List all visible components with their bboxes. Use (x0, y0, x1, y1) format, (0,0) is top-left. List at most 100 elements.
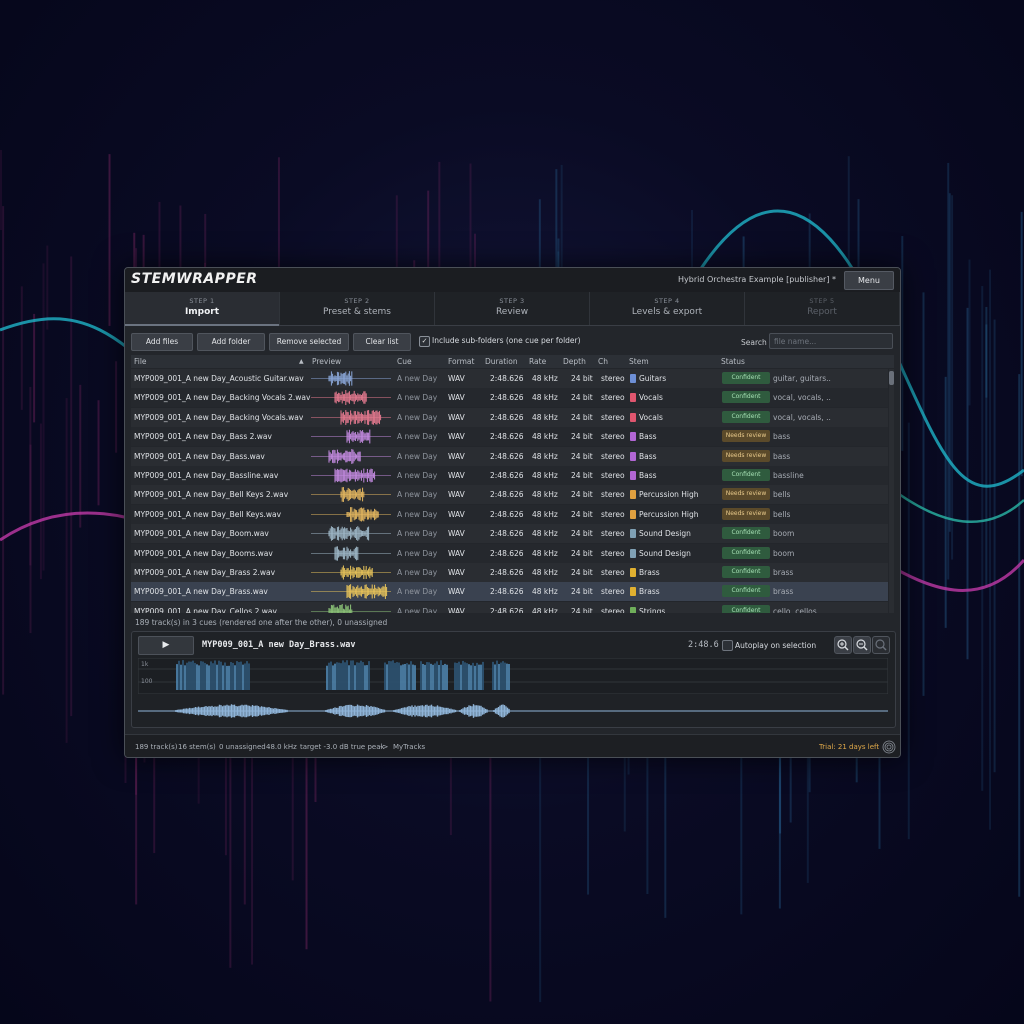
column-header-preview[interactable]: Preview (312, 357, 341, 366)
table-row[interactable]: MYP009_001_A new Day_Acoustic Guitar.wav… (131, 369, 888, 388)
table-row[interactable]: MYP009_001_A new Day_Boom.wav A new Day WA… (131, 524, 888, 544)
channels-cell: stereo (601, 393, 625, 403)
table-row[interactable]: MYP009_001_A new Day_Bass.wav A new Day WA… (131, 446, 888, 466)
file-cell: MYP009_001_A new Day_Brass.wav (134, 587, 268, 597)
format-cell: WAV (448, 509, 465, 519)
step-tab-1[interactable]: STEP 1 Import (125, 292, 280, 326)
waveform-preview[interactable] (311, 409, 391, 425)
waveform-preview[interactable] (311, 429, 391, 444)
file-cell: MYP009_001_A new Day_Acoustic Guitar.wav (134, 374, 304, 383)
table-row[interactable]: MYP009_001_A new Day_Bass 2.wav A new Day… (131, 427, 888, 447)
table-scrollbar[interactable] (889, 369, 894, 613)
table-row[interactable]: MYP009_001_A new Day_Bell Keys.wav A new … (131, 504, 888, 524)
waveform-preview[interactable] (311, 487, 391, 503)
zoom-reset-icon[interactable] (872, 636, 890, 654)
add-files-button[interactable]: Add files (131, 333, 193, 351)
step-tab-3[interactable]: STEP 3 Review (435, 292, 590, 325)
table-row[interactable]: MYP009_001_A new Day_Bassline.wav A new D… (131, 466, 888, 485)
step-label: Report (807, 307, 837, 317)
channels-cell: stereo (601, 568, 625, 577)
waveform-preview[interactable] (311, 526, 391, 541)
status-badge[interactable]: Confident (722, 566, 770, 578)
keywords-cell: guitar, guitars.. (773, 374, 831, 383)
step-tab-5[interactable]: STEP 5 Report (745, 292, 900, 325)
duration-cell: 2:48.626 (490, 374, 524, 383)
add-folder-button[interactable]: Add folder (197, 333, 265, 351)
waveform-view[interactable] (138, 700, 888, 722)
status-badge[interactable]: Needs review (722, 488, 770, 501)
zoom-out-icon[interactable] (853, 636, 871, 654)
waveform-preview[interactable] (311, 545, 391, 561)
rate-cell: 48 kHz (532, 587, 558, 597)
status-badge[interactable]: Needs review (722, 430, 770, 443)
status-badge[interactable]: Confident (722, 372, 770, 384)
status-badge[interactable]: Confident (722, 410, 770, 423)
step-tab-2[interactable]: STEP 2 Preset & stems (280, 292, 435, 325)
table-row[interactable]: MYP009_001_A new Day_Bell Keys 2.wav A ne… (131, 485, 888, 505)
menu-button[interactable]: Menu (844, 271, 894, 290)
keywords-cell: bells (773, 509, 791, 519)
column-header-duration[interactable]: Duration (485, 357, 518, 366)
format-cell: WAV (448, 412, 465, 422)
column-header-format[interactable]: Format (448, 357, 474, 366)
waveform-preview[interactable] (311, 506, 391, 522)
waveform-preview[interactable] (311, 603, 391, 613)
depth-cell: 24 bit (571, 432, 593, 442)
table-row[interactable]: MYP009_001_A new Day_Backing Vocals 2.wa… (131, 388, 888, 408)
table-row[interactable]: MYP009_001_A new Day_Brass 2.wav A new Da… (131, 563, 888, 582)
column-header-depth[interactable]: Depth (563, 357, 586, 366)
stem-cell: Bass (639, 451, 657, 461)
column-header-status[interactable]: Status (721, 357, 745, 366)
waveform-preview[interactable] (311, 448, 391, 464)
status-stems: 16 stem(s) (178, 743, 216, 751)
status-badge[interactable]: Confident (722, 585, 770, 598)
column-header-ch[interactable]: Ch (598, 357, 608, 366)
cue-cell: A new Day (397, 529, 438, 539)
stem-color-swatch (630, 606, 636, 613)
keywords-cell: boom (773, 529, 795, 539)
column-header-file[interactable]: File (134, 357, 147, 366)
step-tab-4[interactable]: STEP 4 Levels & export (590, 292, 745, 325)
column-header-cue[interactable]: Cue (397, 357, 412, 366)
scrollbar-thumb[interactable] (889, 371, 894, 385)
depth-cell: 24 bit (571, 393, 593, 403)
status-badge[interactable]: Confident (722, 527, 770, 540)
remove-selected-button[interactable]: Remove selected (269, 333, 349, 351)
duration-cell: 2:48.626 (490, 490, 524, 500)
zoom-in-icon[interactable] (834, 636, 852, 654)
table-row[interactable]: MYP009_001_A new Day_Brass.wav A new Day W… (131, 582, 888, 602)
column-header-stem[interactable]: Stem (629, 357, 649, 366)
status-output: MyTracks (393, 743, 426, 751)
status-badge[interactable]: Confident (722, 604, 770, 613)
table-row[interactable]: MYP009_001_A new Day_Backing Vocals.wav A… (131, 407, 888, 427)
file-cell: MYP009_001_A new Day_Bass 2.wav (134, 432, 272, 442)
include-subfolders-checkbox[interactable]: ✓ (419, 336, 430, 347)
rate-cell: 48 kHz (532, 412, 558, 422)
autoplay-checkbox[interactable] (722, 640, 733, 651)
search-input[interactable] (769, 333, 893, 349)
status-badge[interactable]: Confident (722, 391, 770, 404)
cue-cell: A new Day (397, 568, 438, 577)
depth-cell: 24 bit (571, 548, 593, 558)
waveform-preview[interactable] (311, 371, 391, 386)
spectrogram-view[interactable]: 1k 100 (138, 658, 888, 694)
keywords-cell: boom (773, 548, 795, 558)
play-button[interactable]: ▶ (138, 636, 194, 655)
status-badge[interactable]: Needs review (722, 507, 770, 520)
waveform-preview[interactable] (311, 565, 391, 580)
status-badge[interactable]: Needs review (722, 449, 770, 462)
clear-list-button[interactable]: Clear list (353, 333, 411, 351)
channels-cell: stereo (601, 432, 625, 442)
stem-color-swatch (630, 451, 636, 461)
status-arrow: -> (380, 743, 389, 751)
column-header-rate[interactable]: Rate (529, 357, 546, 366)
file-cell: MYP009_001_A new Day_Booms.wav (134, 548, 273, 558)
status-badge[interactable]: Confident (722, 546, 770, 559)
waveform-preview[interactable] (311, 390, 391, 406)
format-cell: WAV (448, 393, 465, 403)
table-row[interactable]: MYP009_001_A new Day_Booms.wav A new Day W… (131, 543, 888, 563)
status-badge[interactable]: Confident (722, 469, 770, 481)
waveform-preview[interactable] (311, 468, 391, 483)
table-row[interactable]: MYP009_001_A new Day_Cellos 2.wav A new D… (131, 601, 888, 613)
waveform-preview[interactable] (311, 584, 391, 600)
